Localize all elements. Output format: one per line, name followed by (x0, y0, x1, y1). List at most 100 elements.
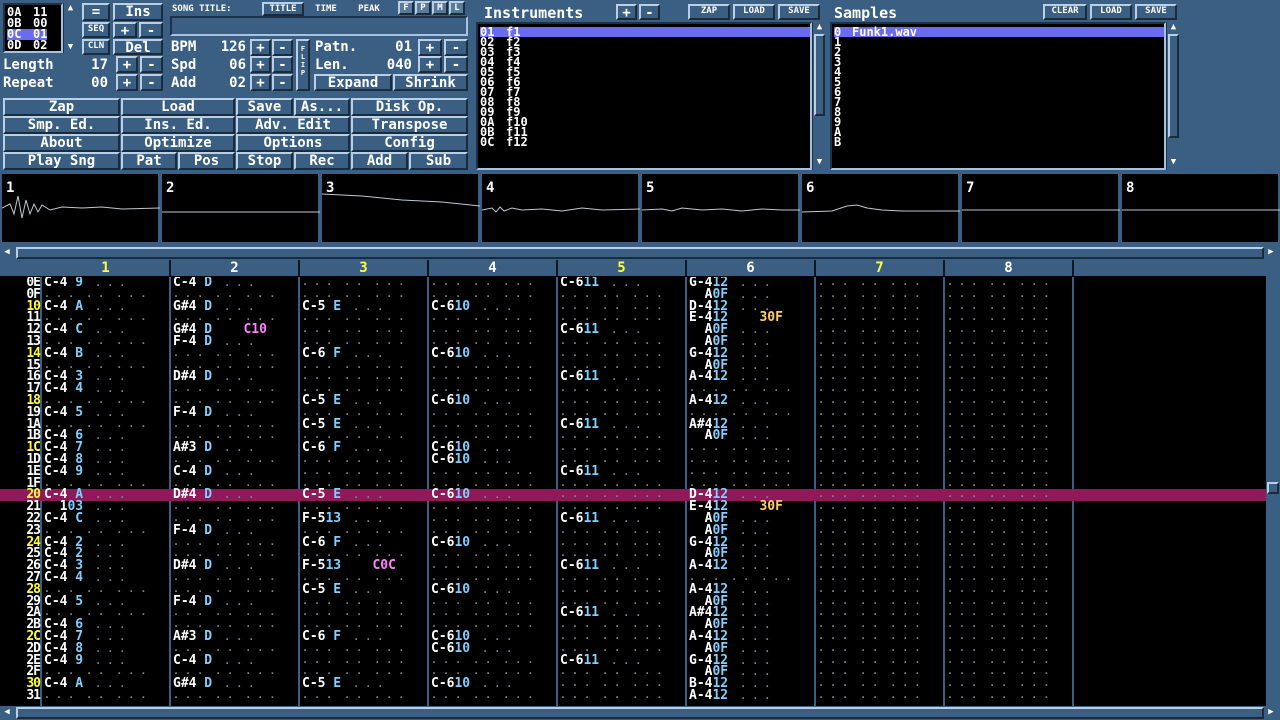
sub-channels-button[interactable]: Sub (409, 152, 468, 170)
length-plus-button[interactable]: + (116, 56, 138, 73)
add-plus-button[interactable]: + (250, 74, 271, 91)
channel-header-1[interactable]: 1 (42, 260, 171, 276)
config-button[interactable]: Config (351, 134, 468, 152)
scroll-down-icon[interactable]: ▼ (1167, 157, 1180, 168)
add-minus-button[interactable]: - (272, 74, 293, 91)
pattern-editor[interactable]: 12345678 0E C-4 9 . . . C-4 D . . .. . . .… (0, 260, 1280, 707)
sample-item[interactable]: 0 Funk1.wav (834, 26, 1164, 38)
instrument-dec-button[interactable]: - (639, 4, 660, 20)
about-button[interactable]: About (3, 134, 120, 152)
add-channels-button[interactable]: Add (351, 152, 408, 170)
position-list-item[interactable]: 0D 02 (7, 39, 47, 51)
sample-item[interactable]: B (834, 136, 1164, 148)
sample-item[interactable]: 5 (834, 76, 1164, 88)
scroll-thumb[interactable] (1267, 482, 1279, 494)
instrument-zap-button[interactable]: ZAP (688, 4, 730, 20)
instrument-item[interactable]: 05 f5 (480, 66, 810, 78)
scope-channel-6[interactable]: 6 (802, 174, 960, 242)
sample-save-button[interactable]: SAVE (1135, 4, 1177, 20)
instrument-list[interactable]: 01 f1 02 f2 03 f3 04 f4 05 f5 06 f6 07 f7 08 f8 09 f9 0A f1… (476, 22, 812, 170)
instrument-inc-button[interactable]: + (616, 4, 637, 20)
instrument-item[interactable]: 09 f9 (480, 106, 810, 118)
instrument-editor-button[interactable]: Ins. Ed. (121, 116, 235, 134)
scroll-left-icon[interactable]: ◀ (0, 247, 14, 258)
optimize-button[interactable]: Optimize (121, 134, 235, 152)
instrument-item[interactable]: 02 f2 (480, 36, 810, 48)
zap-button[interactable]: Zap (3, 98, 120, 116)
sample-load-button[interactable]: LOAD (1090, 4, 1132, 20)
scroll-down-icon[interactable]: ▼ (813, 157, 826, 168)
ins-button[interactable]: Ins (113, 3, 163, 21)
instrument-scrollbar[interactable]: ▲ ▼ (812, 22, 826, 170)
bpm-plus-button[interactable]: + (250, 39, 271, 56)
eq-button[interactable]: = (82, 3, 110, 21)
cln-button[interactable]: CLN (82, 39, 110, 55)
sample-item[interactable]: 8 (834, 106, 1164, 118)
flag-l-button[interactable]: L (449, 1, 465, 15)
stop-button[interactable]: Stop (236, 152, 293, 170)
pos-plus-button[interactable]: + (113, 22, 137, 38)
instrument-load-button[interactable]: LOAD (733, 4, 775, 20)
sample-clear-button[interactable]: CLEAR (1043, 4, 1087, 20)
flag-p-button[interactable]: P (415, 1, 431, 15)
scroll-right-icon[interactable]: ▶ (1264, 707, 1278, 718)
record-button[interactable]: Rec (294, 152, 350, 170)
len-minus-button[interactable]: - (444, 56, 468, 73)
sample-item[interactable]: 2 (834, 46, 1164, 58)
sample-item[interactable]: 6 (834, 86, 1164, 98)
scope-channel-4[interactable]: 4 (482, 174, 640, 242)
adv-edit-button[interactable]: Adv. Edit (236, 116, 350, 134)
scope-channel-5[interactable]: 5 (642, 174, 800, 242)
scroll-thumb[interactable] (1168, 34, 1179, 138)
channel-header-3[interactable]: 3 (300, 260, 429, 276)
position-scrollbar[interactable]: ▲ ▼ (63, 3, 77, 53)
channel-scrollbar-top[interactable]: ◀ ▶ (0, 246, 1280, 260)
sample-item[interactable]: 9 (834, 116, 1164, 128)
pattern-cell[interactable]: A-412 . . . (689, 689, 770, 703)
instrument-item[interactable]: 0B f11 (480, 126, 810, 138)
play-pattern-button[interactable]: Pat (121, 152, 177, 170)
title-tab[interactable]: TITLE (262, 2, 304, 16)
sample-list[interactable]: 0 Funk1.wav 1 2 3 4 5 6 7 8 9 A B (830, 22, 1166, 170)
bpm-minus-button[interactable]: - (272, 39, 293, 56)
scope-channel-1[interactable]: 1 (2, 174, 160, 242)
pattern-scrollbar[interactable] (1266, 260, 1280, 706)
transpose-button[interactable]: Transpose (351, 116, 468, 134)
scroll-thumb[interactable] (814, 34, 825, 116)
scroll-up-icon[interactable]: ▲ (813, 22, 826, 33)
channel-header-7[interactable]: 7 (816, 260, 945, 276)
channel-scrollbar-bottom[interactable]: ◀ ▶ (0, 706, 1280, 720)
scope-channel-7[interactable]: 7 (962, 174, 1120, 242)
scroll-up-icon[interactable]: ▲ (1167, 22, 1180, 33)
len-plus-button[interactable]: + (418, 56, 442, 73)
instrument-item[interactable]: 06 f6 (480, 76, 810, 88)
position-list[interactable]: 0A 11 0B 00 0C 01 0D 02 (3, 3, 63, 53)
length-minus-button[interactable]: - (140, 56, 163, 73)
shrink-button[interactable]: Shrink (393, 74, 468, 91)
spd-plus-button[interactable]: + (250, 56, 271, 73)
save-button[interactable]: Save (236, 98, 293, 116)
peak-tab[interactable]: PEAK (348, 2, 390, 16)
instrument-save-button[interactable]: SAVE (778, 4, 820, 20)
instrument-item[interactable]: 0A f10 (480, 116, 810, 128)
scroll-right-icon[interactable]: ▶ (1264, 247, 1278, 258)
channel-header-4[interactable]: 4 (429, 260, 558, 276)
play-song-button[interactable]: Play Sng (3, 152, 120, 170)
pattern-cell[interactable]: F-513 C0C (302, 559, 396, 572)
scope-channel-3[interactable]: 3 (322, 174, 480, 242)
flip-button[interactable]: F L I P (296, 39, 310, 91)
scroll-down-icon[interactable]: ▼ (64, 42, 77, 53)
play-position-button[interactable]: Pos (178, 152, 235, 170)
sample-item[interactable]: 3 (834, 56, 1164, 68)
scope-channel-8[interactable]: 8 (1122, 174, 1280, 242)
instrument-item[interactable]: 08 f8 (480, 96, 810, 108)
channel-header-5[interactable]: 5 (558, 260, 687, 276)
spd-minus-button[interactable]: - (272, 56, 293, 73)
song-title-field[interactable] (170, 16, 468, 36)
instrument-item[interactable]: 04 f4 (480, 56, 810, 68)
patn-minus-button[interactable]: - (444, 39, 468, 56)
scroll-left-icon[interactable]: ◀ (0, 707, 14, 718)
time-tab[interactable]: TIME (305, 2, 347, 16)
sample-item[interactable]: A (834, 126, 1164, 138)
options-button[interactable]: Options (236, 134, 350, 152)
